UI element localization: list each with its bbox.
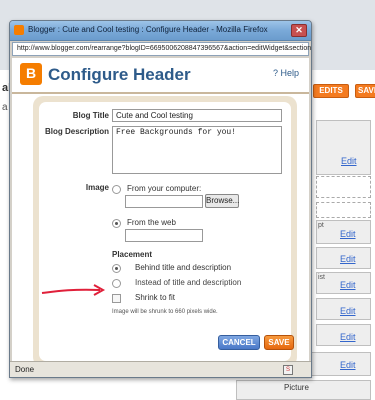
configure-panel: Blog Title Cute and Cool testing Blog De… — [33, 96, 297, 367]
window-titlebar[interactable]: Blogger : Cute and Cool testing : Config… — [10, 21, 311, 41]
image-label: Image — [85, 183, 109, 192]
save-button[interactable]: SAVE — [264, 335, 294, 350]
widget-label: pt — [318, 222, 324, 229]
address-url: http://www.blogger.com/rearrange?blogID=… — [17, 45, 312, 52]
edit-link[interactable]: Edit — [340, 332, 356, 342]
placement-instead-label: Instead of title and description — [135, 278, 242, 287]
blog-description-value: Free Backgrounds for you! — [116, 128, 237, 137]
layout-widget-box — [316, 120, 371, 175]
background-text-fragment: a — [2, 102, 8, 113]
from-web-label: From the web — [127, 218, 176, 227]
edit-link[interactable]: Edit — [340, 254, 356, 264]
shrink-to-fit-label: Shrink to fit — [135, 293, 176, 302]
placement-label: Placement — [112, 250, 153, 259]
image-url-input[interactable] — [125, 229, 203, 242]
blog-title-value: Cute and Cool testing — [116, 111, 193, 120]
blog-description-textarea[interactable]: Free Backgrounds for you! — [112, 126, 282, 174]
firefox-popup-window: Blogger : Cute and Cool testing : Config… — [9, 20, 312, 378]
edit-link[interactable]: Edit — [341, 156, 357, 166]
help-link[interactable]: ? Help — [273, 68, 299, 78]
annotation-arrow-icon — [41, 284, 106, 296]
blogger-logo-icon: B — [20, 63, 42, 85]
save-edits-button[interactable]: EDITS — [313, 84, 349, 98]
header-divider — [12, 92, 309, 94]
from-web-radio[interactable] — [112, 219, 121, 228]
address-bar[interactable]: http://www.blogger.com/rearrange?blogID=… — [12, 42, 312, 56]
close-button[interactable]: ✕ — [291, 24, 307, 37]
status-text: Done — [15, 365, 35, 374]
layout-empty-slot — [316, 176, 371, 198]
security-status-icon: S — [283, 365, 293, 375]
edit-link[interactable]: Edit — [340, 229, 356, 239]
placement-behind-radio[interactable] — [112, 264, 121, 273]
edit-link[interactable]: Edit — [340, 360, 356, 370]
blog-title-label: Blog Title — [72, 111, 109, 120]
placement-behind-label: Behind title and description — [135, 263, 232, 272]
shrink-note: Image will be shrunk to 660 pixels wide. — [112, 309, 218, 315]
firefox-icon — [14, 25, 24, 35]
shrink-to-fit-checkbox[interactable] — [112, 294, 121, 303]
layout-empty-slot — [316, 202, 371, 218]
window-title: Blogger : Cute and Cool testing : Config… — [28, 25, 268, 34]
placement-instead-radio[interactable] — [112, 279, 121, 288]
from-computer-radio[interactable] — [112, 185, 121, 194]
background-save-button[interactable]: SAVE — [355, 84, 375, 98]
cancel-button[interactable]: CANCEL — [218, 335, 260, 350]
configure-form: Blog Title Cute and Cool testing Blog De… — [39, 102, 294, 361]
status-bar: Done S — [10, 361, 311, 377]
browse-button[interactable]: Browse... — [205, 194, 239, 208]
edit-link[interactable]: Edit — [340, 306, 356, 316]
edit-link[interactable]: Edit — [340, 280, 356, 290]
page-content: B Configure Header ? Help Blog Title Cut… — [12, 58, 309, 376]
blog-description-label: Blog Description — [44, 127, 109, 136]
picture-widget-label: Picture — [284, 383, 309, 392]
blogger-header: B Configure Header ? Help — [12, 58, 309, 88]
blog-title-input[interactable]: Cute and Cool testing — [112, 109, 282, 122]
from-computer-label: From your computer: — [127, 184, 202, 193]
file-path-input[interactable] — [125, 195, 203, 208]
widget-label: ist — [318, 274, 325, 281]
page-title: Configure Header — [48, 65, 191, 84]
